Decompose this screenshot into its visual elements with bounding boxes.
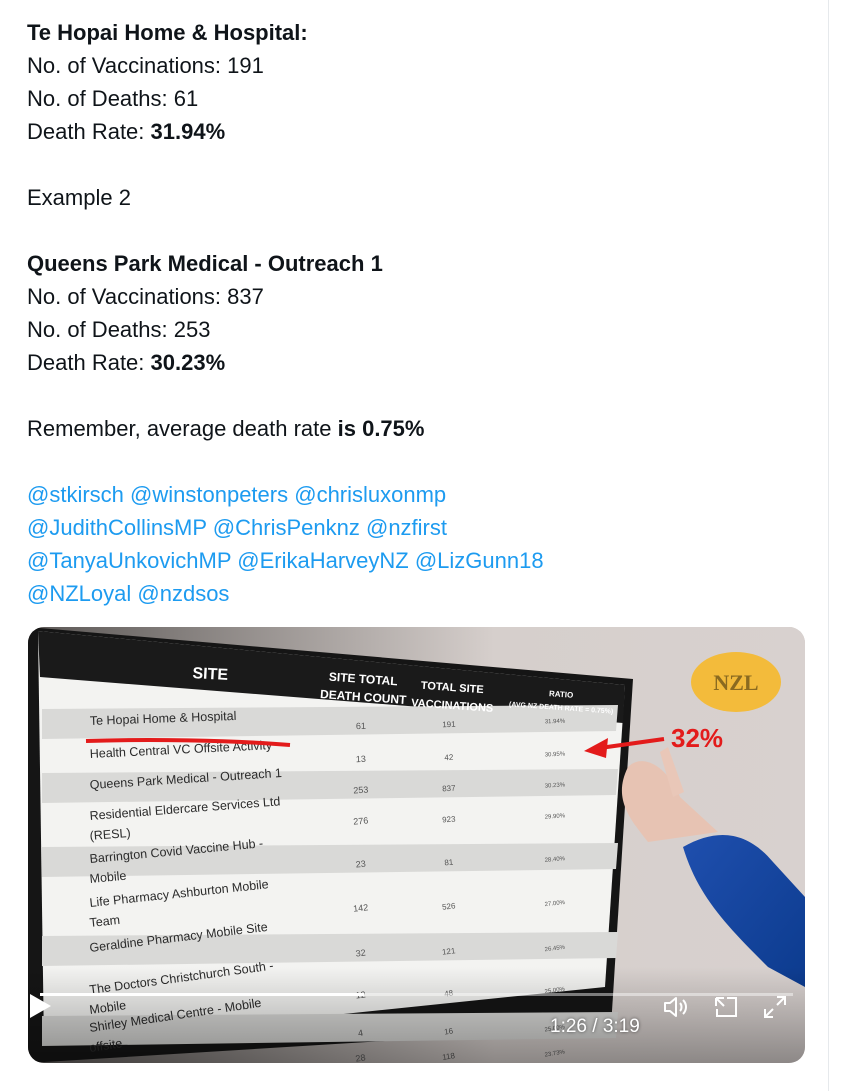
example2-vaccinations: No. of Vaccinations: 837 <box>27 284 264 309</box>
mention-link[interactable]: @LizGunn18 <box>415 548 544 573</box>
play-icon[interactable] <box>28 993 52 1019</box>
row-ratio: 31.94% <box>545 719 566 726</box>
row-vaccinations: 81 <box>444 858 454 868</box>
mention-link[interactable]: @ErikaHarveyNZ <box>237 548 408 573</box>
row-ratio: 30.95% <box>545 751 566 758</box>
mention-line: @JudithCollinsMP @ChrisPenknz @nzfirst <box>27 511 817 544</box>
mention-link[interactable]: @chrisluxonmp <box>294 482 446 507</box>
remember-line: Remember, average death rate is 0.75% <box>27 412 817 445</box>
video-controls: 1:26 / 3:19 <box>28 993 805 1063</box>
header-ratio: RATIO <box>549 689 574 700</box>
mention-link[interactable]: @ChrisPenknz <box>213 515 360 540</box>
remember-value: is 0.75% <box>337 416 425 441</box>
example2-rate: Death Rate: 30.23% <box>27 346 817 379</box>
tweet-text: Te Hopai Home & Hospital: No. of Vaccina… <box>27 16 817 610</box>
row-deaths: 13 <box>356 754 366 764</box>
video-player[interactable]: SITE SITE TOTAL DEATH COUNT TOTAL SITE VACCI… <box>28 627 805 1063</box>
row-deaths: 32 <box>355 947 366 958</box>
row-deaths: 61 <box>356 721 366 731</box>
row-vaccinations: 837 <box>442 784 456 794</box>
video-progress-fill <box>40 993 364 996</box>
row-deaths: 23 <box>355 859 366 870</box>
mention-link[interactable]: @NZLoyal <box>27 581 131 606</box>
mention-link[interactable]: @TanyaUnkovichMP <box>27 548 231 573</box>
nzl-logo-text: NZL <box>713 670 758 695</box>
mentions-block: @stkirsch @winstonpeters @chrisluxonmp @J… <box>27 478 817 610</box>
row-vaccinations: 121 <box>442 946 457 957</box>
example1-vaccinations: No. of Vaccinations: 191 <box>27 53 264 78</box>
rate-value: 30.23% <box>150 350 226 375</box>
mention-link[interactable]: @nzfirst <box>366 515 447 540</box>
fullscreen-icon[interactable] <box>761 993 789 1021</box>
row-deaths: 142 <box>353 902 369 914</box>
volume-icon[interactable] <box>661 993 689 1021</box>
example2-label: Example 2 <box>27 185 131 210</box>
example2-deaths: No. of Deaths: 253 <box>27 317 211 342</box>
mention-link[interactable]: @JudithCollinsMP <box>27 515 207 540</box>
mention-link[interactable]: @stkirsch <box>27 482 124 507</box>
row-vaccinations: 42 <box>444 753 454 762</box>
example2-heading: Queens Park Medical - Outreach 1 <box>27 251 383 276</box>
video-time: 1:26 / 3:19 <box>550 1016 640 1037</box>
row-vaccinations: 526 <box>442 901 457 911</box>
row-deaths: 276 <box>353 815 369 826</box>
example1-heading: Te Hopai Home & Hospital: <box>27 20 308 45</box>
mention-link[interactable]: @nzdsos <box>137 581 229 606</box>
remember-text: Remember, average death rate <box>27 416 338 441</box>
example1-rate: Death Rate: 31.94% <box>27 115 817 148</box>
picture-in-picture-icon[interactable] <box>712 993 740 1021</box>
row-deaths: 253 <box>353 785 369 796</box>
mention-link[interactable]: @winstonpeters <box>130 482 288 507</box>
example1-deaths: No. of Deaths: 61 <box>27 86 199 111</box>
mention-line: @TanyaUnkovichMP @ErikaHarveyNZ @LizGunn… <box>27 544 817 577</box>
rate-label: Death Rate: <box>27 350 151 375</box>
row-vaccinations: 923 <box>442 814 457 824</box>
rate-value: 31.94% <box>150 119 226 144</box>
annotation-32-percent: 32% <box>671 723 723 753</box>
mention-line: @NZLoyal @nzdsos <box>27 577 817 610</box>
row-vaccinations: 191 <box>442 720 456 729</box>
header-site: SITE <box>192 665 229 684</box>
rate-label: Death Rate: <box>27 119 151 144</box>
timeline-border <box>828 0 829 1091</box>
mention-line: @stkirsch @winstonpeters @chrisluxonmp <box>27 478 817 511</box>
